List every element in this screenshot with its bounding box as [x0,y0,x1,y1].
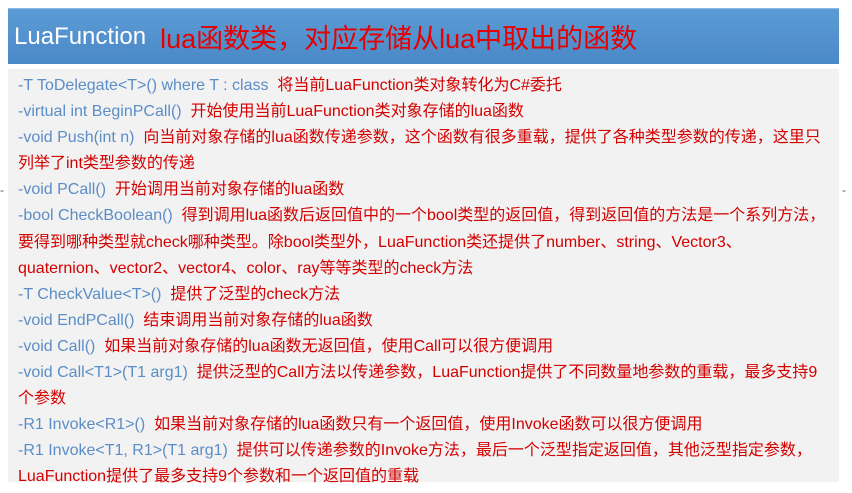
list-item: -bool CheckBoolean() 得到调用lua函数后返回值中的一个bo… [18,203,833,281]
title-bar: LuaFunction lua函数类，对应存储从lua中取出的函数 [8,8,839,64]
method-signature: -void Call() [18,337,96,355]
method-description: 提供了泛型的check方法 [170,285,341,303]
edge-marker-left: - [0,183,4,197]
method-description: 开始使用当前LuaFunction类对象存储的lua函数 [190,103,524,121]
list-item: -virtual int BeginPCall() 开始使用当前LuaFunct… [18,99,833,125]
list-item: -void EndPCall() 结束调用当前对象存储的lua函数 [18,308,833,334]
list-item: -void Push(int n) 向当前对象存储的lua函数传递参数，这个函数… [18,125,833,177]
method-signature: -T ToDelegate<T>() where T : class [18,77,269,94]
method-description: 开始调用当前对象存储的lua函数 [114,181,345,199]
method-signature: -R1 Invoke<R1>() [18,416,146,434]
method-list: -T ToDelegate<T>() where T : class 将当前Lu… [8,69,839,485]
method-signature: -void PCall() [18,181,107,199]
list-item: -R1 Invoke<T1, R1>(T1 arg1) 提供可以传递参数的Inv… [18,438,833,490]
method-description: 向当前对象存储的lua函数传递参数，这个函数有很多重载，提供了各种类型参数的传递… [18,129,821,173]
list-item: -R1 Invoke<R1>() 如果当前对象存储的lua函数只有一个返回值，使… [18,412,833,438]
method-signature: -void EndPCall() [18,311,135,329]
list-item: -T CheckValue<T>() 提供了泛型的check方法 [18,282,833,308]
method-description: 如果当前对象存储的lua函数无返回值，使用Call可以很方便调用 [104,337,554,355]
method-description: 如果当前对象存储的lua函数只有一个返回值，使用Invoke函数可以很方便调用 [154,416,703,434]
title-description: lua函数类，对应存储从lua中取出的函数 [160,24,638,54]
title-class-name: LuaFunction [14,22,147,50]
list-item: -T ToDelegate<T>() where T : class 将当前Lu… [18,73,833,99]
method-signature: -void Push(int n) [18,129,135,147]
method-description: 结束调用当前对象存储的lua函数 [143,311,373,329]
method-signature: -R1 Invoke<T1, R1>(T1 arg1) [18,442,228,460]
method-signature: -virtual int BeginPCall() [18,103,182,121]
list-item: -void Call() 如果当前对象存储的lua函数无返回值，使用Call可以… [18,334,833,360]
method-signature: -bool CheckBoolean() [18,207,173,225]
edge-marker-right: - [842,183,846,197]
method-signature: -void Call<T1>(T1 arg1) [18,364,188,382]
list-item: -void PCall() 开始调用当前对象存储的lua函数 [18,177,833,203]
method-signature: -T CheckValue<T>() [18,285,162,303]
method-description: 将当前LuaFunction类对象转化为C#委托 [277,77,562,94]
list-item: -void Call<T1>(T1 arg1) 提供泛型的Call方法以传递参数… [18,360,833,412]
